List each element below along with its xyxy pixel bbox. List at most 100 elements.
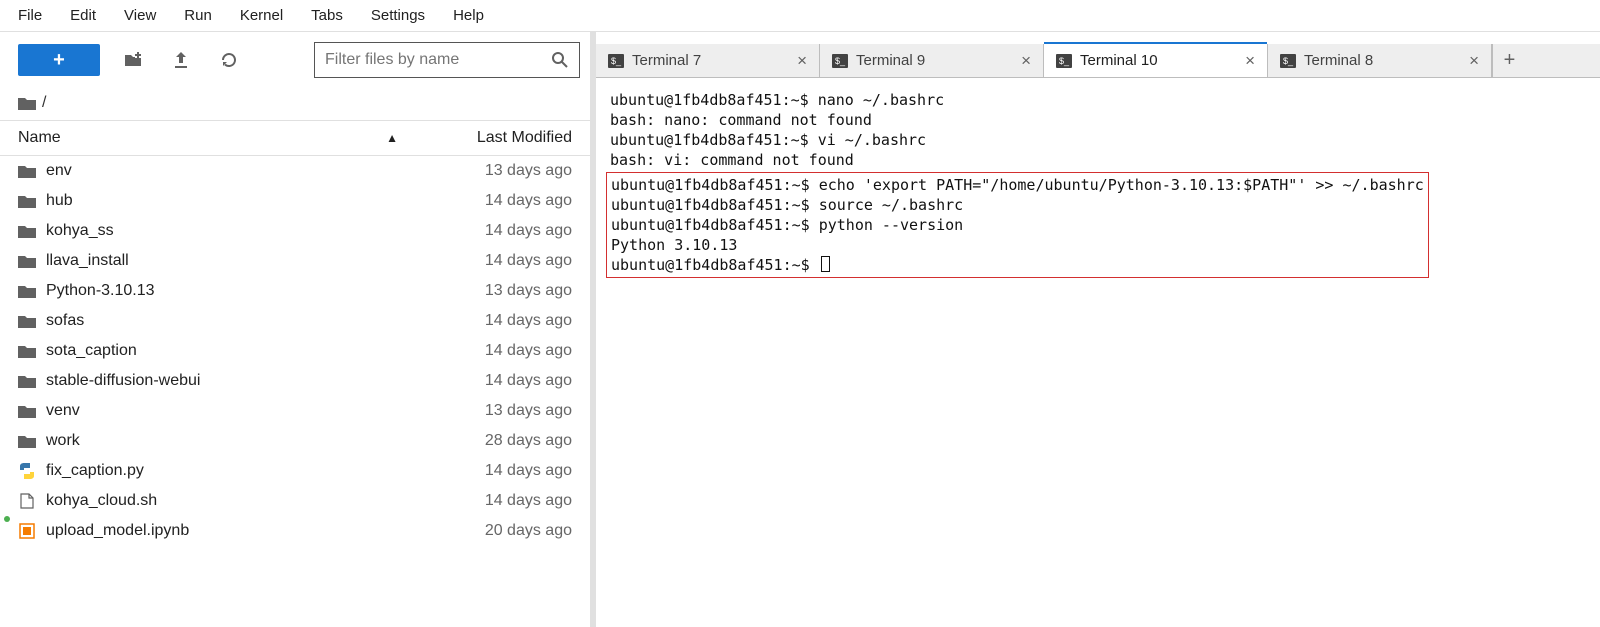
tab-terminal[interactable]: $_ Terminal 7 × bbox=[596, 44, 820, 77]
file-modified: 13 days ago bbox=[485, 162, 572, 180]
notebook-icon bbox=[18, 523, 36, 539]
sort-asc-icon: ▲ bbox=[386, 131, 398, 145]
file-browser-panel: + / Name bbox=[0, 32, 596, 627]
folder-icon bbox=[18, 404, 36, 418]
file-list: env 13 days ago hub 14 days ago kohya_ss 14 d… bbox=[0, 156, 590, 627]
menu-file[interactable]: File bbox=[4, 3, 56, 28]
running-indicator bbox=[4, 516, 10, 522]
tab-terminal[interactable]: $_ Terminal 9 × bbox=[820, 44, 1044, 77]
tab-label: Terminal 8 bbox=[1304, 52, 1373, 69]
file-row[interactable]: upload_model.ipynb20 days ago bbox=[0, 516, 590, 546]
terminal-icon: $_ bbox=[1056, 54, 1072, 68]
breadcrumb-path: / bbox=[42, 94, 46, 112]
file-modified: 14 days ago bbox=[485, 372, 572, 390]
file-modified: 14 days ago bbox=[485, 312, 572, 330]
tab-terminal[interactable]: $_ Terminal 8 × bbox=[1268, 44, 1492, 77]
file-name: venv bbox=[46, 402, 475, 420]
refresh-button[interactable] bbox=[214, 45, 244, 75]
folder-icon bbox=[18, 96, 36, 110]
folder-icon bbox=[18, 284, 36, 298]
terminal-cursor bbox=[821, 256, 830, 272]
filter-files-input[interactable] bbox=[325, 51, 551, 69]
file-row[interactable]: stable-diffusion-webui 14 days ago bbox=[0, 366, 590, 396]
menu-help[interactable]: Help bbox=[439, 3, 498, 28]
file-name: work bbox=[46, 432, 475, 450]
file-row[interactable]: llava_install 14 days ago bbox=[0, 246, 590, 276]
file-name: kohya_ss bbox=[46, 222, 475, 240]
close-icon[interactable]: × bbox=[797, 51, 807, 71]
main-work-area: $_ Terminal 7 × $_ Terminal 9 × $_ Terminal 10 ×… bbox=[596, 32, 1600, 627]
new-launcher-button[interactable]: + bbox=[18, 44, 100, 76]
file-row[interactable]: Python-3.10.13 13 days ago bbox=[0, 276, 590, 306]
folder-icon bbox=[18, 314, 36, 328]
menu-tabs[interactable]: Tabs bbox=[297, 3, 357, 28]
file-modified: 14 days ago bbox=[485, 252, 572, 270]
file-modified: 13 days ago bbox=[485, 282, 572, 300]
file-modified: 14 days ago bbox=[485, 222, 572, 240]
file-name: hub bbox=[46, 192, 475, 210]
file-modified: 14 days ago bbox=[485, 342, 572, 360]
highlighted-commands: ubuntu@1fb4db8af451:~$ echo 'export PATH… bbox=[606, 172, 1429, 278]
menu-settings[interactable]: Settings bbox=[357, 3, 439, 28]
file-name: stable-diffusion-webui bbox=[46, 372, 475, 390]
file-toolbar: + bbox=[0, 32, 590, 88]
tab-bar: $_ Terminal 7 × $_ Terminal 9 × $_ Terminal 10 ×… bbox=[596, 44, 1600, 78]
file-row[interactable]: kohya_cloud.sh 14 days ago bbox=[0, 486, 590, 516]
menu-kernel[interactable]: Kernel bbox=[226, 3, 297, 28]
folder-icon bbox=[18, 254, 36, 268]
breadcrumb[interactable]: / bbox=[0, 88, 590, 121]
tab-label: Terminal 7 bbox=[632, 52, 701, 69]
file-row[interactable]: sota_caption 14 days ago bbox=[0, 336, 590, 366]
file-row[interactable]: env 13 days ago bbox=[0, 156, 590, 186]
file-modified: 13 days ago bbox=[485, 402, 572, 420]
file-name: upload_model.ipynb bbox=[46, 522, 475, 540]
close-icon[interactable]: × bbox=[1245, 51, 1255, 71]
menu-edit[interactable]: Edit bbox=[56, 3, 110, 28]
file-modified: 14 days ago bbox=[485, 462, 572, 480]
file-row[interactable]: kohya_ss 14 days ago bbox=[0, 216, 590, 246]
folder-icon bbox=[18, 434, 36, 448]
file-row[interactable]: sofas 14 days ago bbox=[0, 306, 590, 336]
folder-icon bbox=[18, 344, 36, 358]
terminal-icon: $_ bbox=[1280, 54, 1296, 68]
file-modified: 14 days ago bbox=[485, 192, 572, 210]
search-icon bbox=[551, 51, 569, 69]
file-name: sofas bbox=[46, 312, 475, 330]
file-modified: 14 days ago bbox=[485, 492, 572, 510]
file-modified: 28 days ago bbox=[485, 432, 572, 450]
new-folder-button[interactable] bbox=[118, 45, 148, 75]
file-name: fix_caption.py bbox=[46, 462, 475, 480]
close-icon[interactable]: × bbox=[1021, 51, 1031, 71]
folder-icon bbox=[18, 224, 36, 238]
file-row[interactable]: venv 13 days ago bbox=[0, 396, 590, 426]
file-name: Python-3.10.13 bbox=[46, 282, 475, 300]
file-name: env bbox=[46, 162, 475, 180]
file-name: sota_caption bbox=[46, 342, 475, 360]
upload-button[interactable] bbox=[166, 45, 196, 75]
menu-view[interactable]: View bbox=[110, 3, 170, 28]
file-list-header: Name ▲ Last Modified bbox=[0, 121, 590, 156]
filter-files-box[interactable] bbox=[314, 42, 580, 78]
folder-icon bbox=[18, 374, 36, 388]
terminal-icon: $_ bbox=[832, 54, 848, 68]
terminal-icon: $_ bbox=[608, 54, 624, 68]
file-row[interactable]: fix_caption.py 14 days ago bbox=[0, 456, 590, 486]
column-name[interactable]: Name ▲ bbox=[18, 129, 418, 147]
file-icon bbox=[18, 493, 36, 509]
folder-icon bbox=[18, 164, 36, 178]
column-last-modified[interactable]: Last Modified bbox=[477, 129, 572, 147]
file-row[interactable]: work 28 days ago bbox=[0, 426, 590, 456]
close-icon[interactable]: × bbox=[1469, 51, 1479, 71]
add-tab-button[interactable]: + bbox=[1492, 44, 1526, 77]
python-icon bbox=[18, 463, 36, 479]
terminal-output[interactable]: ubuntu@1fb4db8af451:~$ nano ~/.bashrc ba… bbox=[596, 78, 1600, 627]
tab-label: Terminal 10 bbox=[1080, 52, 1158, 69]
tab-label: Terminal 9 bbox=[856, 52, 925, 69]
menu-run[interactable]: Run bbox=[170, 3, 226, 28]
menu-bar: FileEditViewRunKernelTabsSettingsHelp bbox=[0, 0, 1600, 32]
tab-terminal[interactable]: $_ Terminal 10 × bbox=[1044, 44, 1268, 77]
file-row[interactable]: hub 14 days ago bbox=[0, 186, 590, 216]
folder-icon bbox=[18, 194, 36, 208]
file-name: llava_install bbox=[46, 252, 475, 270]
file-name: kohya_cloud.sh bbox=[46, 492, 475, 510]
